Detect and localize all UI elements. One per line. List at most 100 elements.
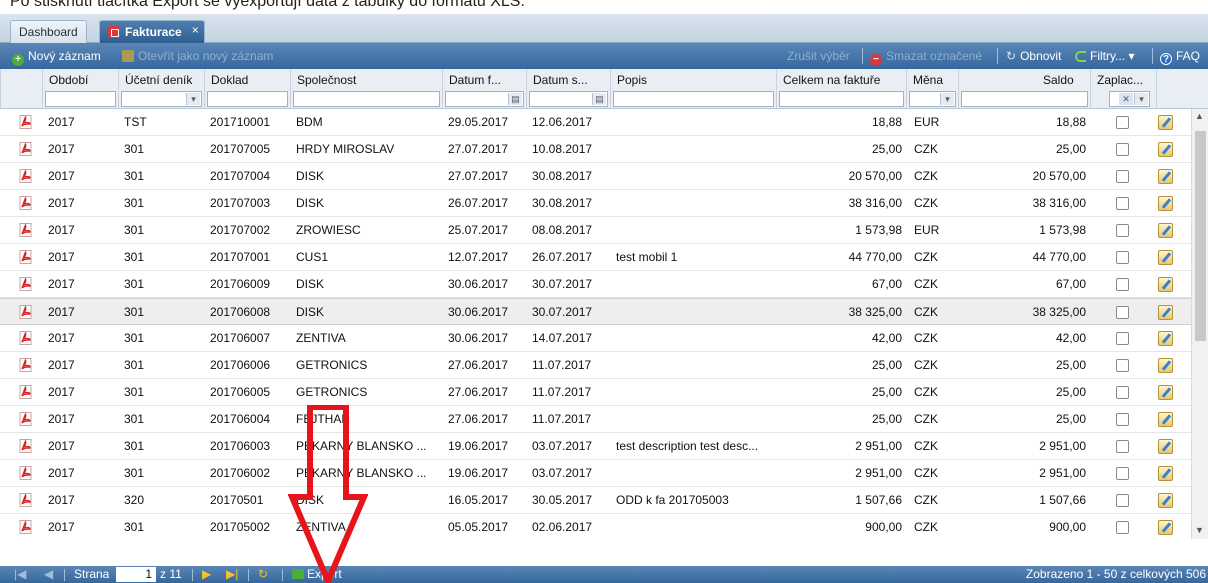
pdf-icon[interactable] <box>19 142 33 156</box>
pdf-icon[interactable] <box>19 493 33 507</box>
table-row[interactable]: 2017 301 201706006 GETRONICS 27.06.2017 11.07… <box>0 352 1191 379</box>
pdf-icon[interactable] <box>19 169 33 183</box>
paid-checkbox[interactable] <box>1116 197 1129 210</box>
paid-checkbox[interactable] <box>1116 116 1129 129</box>
tab-fakturace[interactable]: Fakturace × <box>99 20 205 43</box>
filter-zaplaceno[interactable]: ✕ ▾ <box>1109 91 1150 107</box>
table-row[interactable]: 2017 301 201706007 ZENTIVA 30.06.2017 14.07.2… <box>0 325 1191 352</box>
edit-icon[interactable] <box>1158 250 1173 265</box>
pdf-icon[interactable] <box>19 250 33 264</box>
paid-checkbox[interactable] <box>1116 306 1129 319</box>
pdf-icon[interactable] <box>19 385 33 399</box>
table-row[interactable]: 2017 320 20170501 DISK 16.05.2017 30.05.2017 O… <box>0 487 1191 514</box>
pdf-icon[interactable] <box>19 439 33 453</box>
edit-icon[interactable] <box>1158 115 1173 130</box>
paid-checkbox[interactable] <box>1116 494 1129 507</box>
table-row[interactable]: 2017 301 201707005 HRDY MIROSLAV 27.07.2017 1… <box>0 136 1191 163</box>
calendar-icon[interactable]: ▤ <box>592 93 606 105</box>
edit-icon[interactable] <box>1158 493 1173 508</box>
scroll-thumb[interactable] <box>1195 131 1206 341</box>
clear-icon[interactable]: ✕ <box>1119 93 1133 105</box>
column-header-denik[interactable]: Účetní deník ▾ <box>118 69 204 109</box>
paid-checkbox[interactable] <box>1116 467 1129 480</box>
filter-celkem[interactable] <box>779 91 904 107</box>
edit-icon[interactable] <box>1158 196 1173 211</box>
dropdown-icon[interactable]: ▾ <box>1134 93 1148 105</box>
edit-icon[interactable] <box>1158 466 1173 481</box>
edit-icon[interactable] <box>1158 385 1173 400</box>
column-header-celkem[interactable]: Celkem na faktuře <box>776 69 906 109</box>
tab-dashboard[interactable]: Dashboard <box>10 20 87 43</box>
column-header-saldo[interactable]: Saldo <box>958 69 1090 109</box>
pdf-icon[interactable] <box>19 305 33 319</box>
pdf-icon[interactable] <box>19 196 33 210</box>
pdf-icon[interactable] <box>19 358 33 372</box>
calendar-icon[interactable]: ▤ <box>508 93 522 105</box>
filter-datum-s[interactable]: ▤ <box>529 91 608 107</box>
pdf-icon[interactable] <box>19 412 33 426</box>
column-header-spolecnost[interactable]: Společnost <box>290 69 442 109</box>
table-row[interactable]: 2017 301 201706008 DISK 30.06.2017 30.07.2017… <box>0 298 1191 325</box>
scroll-up-icon[interactable]: ▲ <box>1195 111 1204 121</box>
cancel-selection-button[interactable]: Zrušit výběr <box>787 48 850 64</box>
pdf-icon[interactable] <box>19 115 33 129</box>
filter-datum-f[interactable]: ▤ <box>445 91 524 107</box>
last-page-icon[interactable]: ▶| <box>226 567 238 582</box>
filter-obdobi[interactable] <box>45 91 116 107</box>
paid-checkbox[interactable] <box>1116 170 1129 183</box>
table-row[interactable]: 2017 301 201705002 ZENTIVA 05.05.2017 02.06.2… <box>0 514 1191 539</box>
refresh-icon[interactable]: ↻ <box>258 567 268 582</box>
column-header-mena[interactable]: Měna ▾ <box>906 69 958 109</box>
column-header-popis[interactable]: Popis <box>610 69 776 109</box>
table-row[interactable]: 2017 301 201707004 DISK 27.07.2017 30.08.2017… <box>0 163 1191 190</box>
table-row[interactable]: 2017 301 201706003 PEKARNY BLANSKO ... 19.06… <box>0 433 1191 460</box>
edit-icon[interactable] <box>1158 142 1173 157</box>
column-header-doklad[interactable]: Doklad <box>204 69 290 109</box>
faq-button[interactable]: ? FAQ <box>1160 48 1200 65</box>
edit-icon[interactable] <box>1158 331 1173 346</box>
paid-checkbox[interactable] <box>1116 386 1129 399</box>
edit-icon[interactable] <box>1158 412 1173 427</box>
delete-selected-button[interactable]: − Smazat označené <box>870 48 982 66</box>
paid-checkbox[interactable] <box>1116 332 1129 345</box>
paid-checkbox[interactable] <box>1116 440 1129 453</box>
pdf-icon[interactable] <box>19 223 33 237</box>
next-page-icon[interactable]: ▶ <box>202 567 211 582</box>
dropdown-icon[interactable]: ▾ <box>186 93 200 105</box>
pdf-icon[interactable] <box>19 331 33 345</box>
first-page-icon[interactable]: |◀ <box>14 567 26 582</box>
dropdown-icon[interactable]: ▾ <box>940 93 954 105</box>
column-header-zaplaceno[interactable]: Zaplac... ✕ ▾ <box>1090 69 1156 109</box>
table-row[interactable]: 2017 301 201706009 DISK 30.06.2017 30.07.2017… <box>0 271 1191 298</box>
filters-button[interactable]: Filtry... ▾ <box>1075 48 1134 64</box>
table-row[interactable]: 2017 301 201706005 GETRONICS 27.06.2017 11.07… <box>0 379 1191 406</box>
vertical-scrollbar[interactable]: ▲ ▼ <box>1191 109 1208 539</box>
refresh-button[interactable]: ↻ Obnovit <box>1006 48 1061 64</box>
column-header-obdobi[interactable]: Období <box>42 69 118 109</box>
pdf-icon[interactable] <box>19 277 33 291</box>
paid-checkbox[interactable] <box>1116 224 1129 237</box>
column-header-datum-f[interactable]: Datum f... ▤ <box>442 69 526 109</box>
filter-popis[interactable] <box>613 91 774 107</box>
table-row[interactable]: 2017 301 201706002 PEKARNY BLANSKO ... 19.06… <box>0 460 1191 487</box>
filter-saldo[interactable] <box>961 91 1088 107</box>
edit-icon[interactable] <box>1158 277 1173 292</box>
paid-checkbox[interactable] <box>1116 251 1129 264</box>
table-row[interactable]: 2017 301 201706004 FEJTHAR 27.06.2017 11.07.2… <box>0 406 1191 433</box>
edit-icon[interactable] <box>1158 223 1173 238</box>
new-record-button[interactable]: + Nový záznam <box>12 48 101 66</box>
pdf-icon[interactable] <box>19 520 33 534</box>
filter-spolecnost[interactable] <box>293 91 440 107</box>
paid-checkbox[interactable] <box>1116 278 1129 291</box>
close-icon[interactable]: × <box>192 19 199 41</box>
paid-checkbox[interactable] <box>1116 413 1129 426</box>
filter-denik[interactable]: ▾ <box>121 91 202 107</box>
paid-checkbox[interactable] <box>1116 521 1129 534</box>
filter-mena[interactable]: ▾ <box>909 91 956 107</box>
column-header-datum-s[interactable]: Datum s... ▤ <box>526 69 610 109</box>
edit-icon[interactable] <box>1158 520 1173 535</box>
edit-icon[interactable] <box>1158 169 1173 184</box>
filter-doklad[interactable] <box>207 91 288 107</box>
scroll-down-icon[interactable]: ▼ <box>1195 525 1204 535</box>
edit-icon[interactable] <box>1158 358 1173 373</box>
